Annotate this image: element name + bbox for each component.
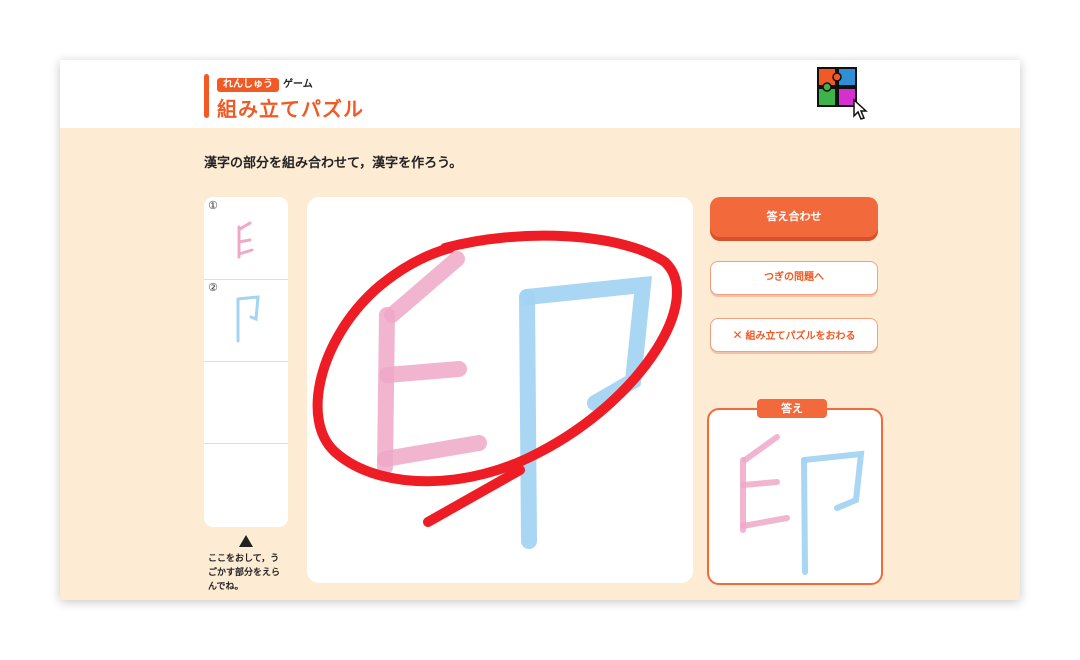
puzzle-logo-icon bbox=[817, 67, 868, 120]
part-slot-2[interactable]: ② bbox=[204, 279, 288, 362]
part-slot-4[interactable] bbox=[204, 443, 288, 525]
pink-stroke bbox=[379, 361, 467, 383]
header: れんしゅう ゲーム 組み立てパズル bbox=[60, 60, 1020, 128]
pink-stroke bbox=[384, 251, 465, 323]
triangle-up-icon[interactable] bbox=[239, 535, 253, 547]
instruction-text: 漢字の部分を組み合わせて，漢字を作ろう。 bbox=[204, 156, 463, 171]
part-slot-1[interactable]: ① bbox=[204, 197, 288, 280]
pink-stroke bbox=[377, 307, 395, 475]
answer-panel bbox=[707, 408, 883, 585]
practice-badge: れんしゅう bbox=[217, 78, 279, 92]
assembly-canvas[interactable] bbox=[307, 197, 693, 583]
game-subtitle: ゲーム bbox=[283, 79, 313, 90]
quit-label: 組み立てパズルをおわる bbox=[745, 331, 856, 342]
title-accent-bar bbox=[204, 74, 209, 118]
parts-hint: ここをおして，うごかす部分をえらんでね。 bbox=[208, 554, 281, 592]
parts-panel: ① ② bbox=[204, 197, 288, 527]
blue-stroke bbox=[519, 289, 537, 549]
pink-stroke bbox=[377, 435, 487, 467]
close-icon: ✕ bbox=[732, 328, 743, 342]
next-question-button[interactable]: つぎの問題へ bbox=[710, 261, 878, 295]
part-slot-3[interactable] bbox=[204, 361, 288, 444]
answer-label: 答え bbox=[757, 399, 827, 418]
blue-right-part-icon bbox=[236, 295, 260, 343]
assembled-kanji bbox=[377, 251, 652, 549]
pink-left-part-icon bbox=[237, 221, 254, 259]
quit-puzzle-button[interactable]: ✕ 組み立てパズルをおわる bbox=[710, 318, 878, 352]
blue-stroke bbox=[519, 276, 652, 411]
answer-kanji bbox=[740, 434, 865, 575]
app-frame: れんしゅう ゲーム 組み立てパズル 漢字の部分を組み合わせて，漢字を作ろう。 ① bbox=[60, 60, 1020, 600]
check-answer-button[interactable]: 答え合わせ bbox=[710, 197, 878, 237]
page-title: 組み立てパズル bbox=[217, 97, 364, 121]
